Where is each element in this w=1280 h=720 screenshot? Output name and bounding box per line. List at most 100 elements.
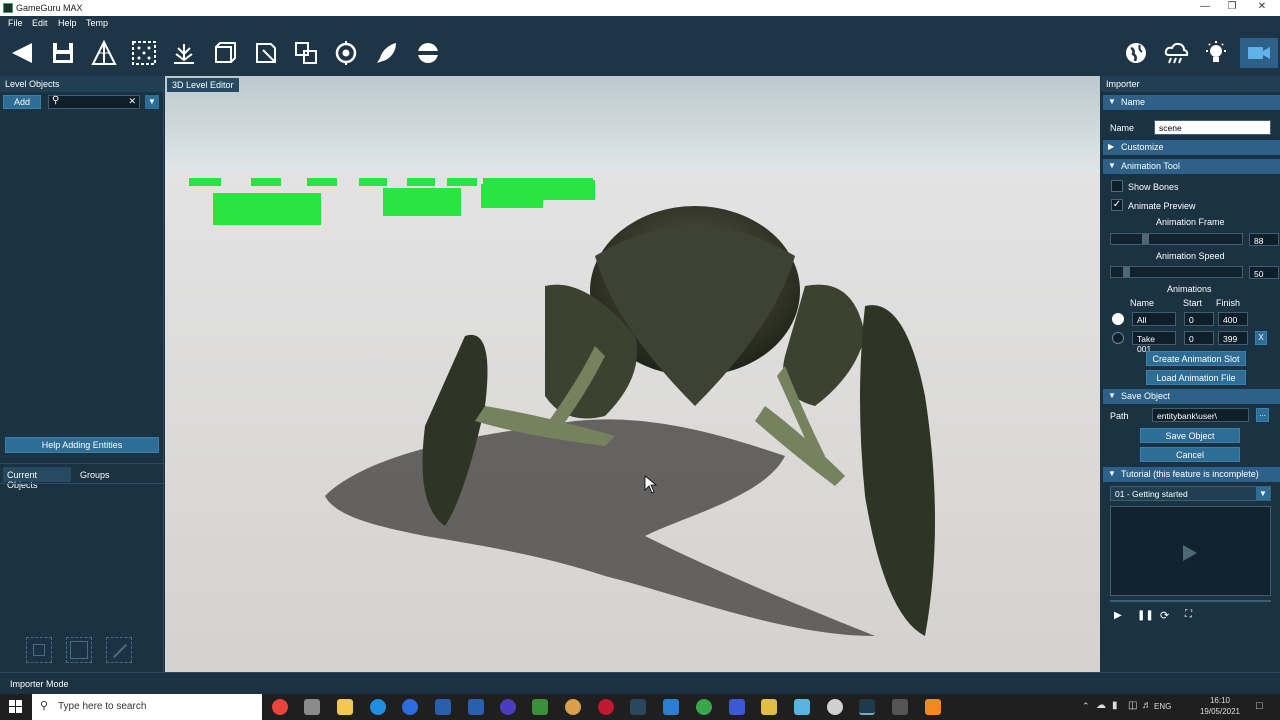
cancel-button[interactable]: Cancel (1140, 447, 1240, 462)
camera-icon[interactable] (1240, 38, 1278, 68)
maps-icon[interactable] (402, 699, 418, 715)
section-tutorial[interactable]: ▼ Tutorial (this feature is incomplete) (1103, 467, 1280, 482)
markers-icon[interactable] (251, 38, 281, 68)
tray-chevron-icon[interactable]: ⌃ (1082, 701, 1090, 712)
save-icon[interactable] (48, 38, 78, 68)
animation-name-field[interactable]: Take 001 (1132, 331, 1176, 354)
fullscreen-icon[interactable]: ⛶ (1185, 609, 1192, 620)
skype-icon[interactable] (370, 699, 386, 715)
animation-finish-field[interactable]: 400 (1218, 312, 1248, 326)
add-button[interactable]: Add (3, 95, 41, 109)
folder-icon[interactable] (761, 699, 777, 715)
app-icon[interactable] (696, 699, 712, 715)
minimize-icon[interactable]: — (1195, 1, 1215, 12)
pause-icon[interactable]: ❚❚ (1137, 610, 1154, 621)
windows-start-icon[interactable] (9, 700, 23, 714)
animation-speed-slider[interactable] (1110, 266, 1243, 278)
app-icon[interactable] (500, 699, 516, 715)
vlc-icon[interactable] (925, 699, 941, 715)
steam-icon[interactable] (630, 699, 646, 715)
file-explorer-icon[interactable] (337, 699, 353, 715)
record-icon[interactable] (598, 699, 614, 715)
search-input[interactable]: ⚲ ✕ (48, 95, 140, 109)
app-icon[interactable] (532, 699, 548, 715)
language-indicator[interactable]: ENG (1154, 702, 1171, 711)
notifications-icon[interactable]: □ (1256, 700, 1263, 712)
tab-3d-level-editor[interactable]: 3D Level Editor (167, 78, 239, 92)
clock-date[interactable]: 19/05/2021 (1198, 707, 1242, 716)
menu-temp[interactable]: Temp (86, 18, 108, 28)
name-input[interactable]: scene (1154, 120, 1271, 135)
app-icon[interactable] (892, 699, 908, 715)
restore-icon[interactable]: ❐ (1222, 1, 1242, 12)
menu-edit[interactable]: Edit (32, 18, 48, 28)
load-animation-file-button[interactable]: Load Animation File (1146, 370, 1246, 385)
cloud-icon[interactable]: ☁ (1096, 700, 1106, 711)
target-icon[interactable] (331, 38, 361, 68)
ungroup-icon[interactable] (66, 637, 92, 663)
replay-icon[interactable]: ⟳ (1160, 609, 1169, 622)
app-icon[interactable] (827, 699, 843, 715)
structure-editor-icon[interactable] (291, 38, 321, 68)
app-icon[interactable] (794, 699, 810, 715)
path-input[interactable]: entitybank\user\ (1152, 408, 1249, 422)
test-game-icon[interactable] (372, 38, 402, 68)
animation-frame-value[interactable]: 88 (1249, 233, 1279, 246)
app-icon[interactable] (729, 699, 745, 715)
app-icon[interactable] (468, 699, 484, 715)
animation-start-field[interactable]: 0 (1184, 331, 1214, 345)
filter-dropdown-icon[interactable]: ▼ (145, 95, 159, 109)
add-object-icon[interactable] (210, 38, 240, 68)
delete-animation-button[interactable]: X (1255, 331, 1267, 345)
lighting-icon[interactable] (1201, 38, 1231, 68)
animate-preview-checkbox[interactable]: ✓ (1111, 199, 1123, 211)
animation-start-field[interactable]: 0 (1184, 312, 1214, 326)
terrain-sculpt-icon[interactable] (89, 38, 119, 68)
chrome-icon[interactable] (272, 699, 288, 715)
group-icon[interactable] (26, 637, 52, 663)
clock-time[interactable]: 16:10 (1200, 696, 1240, 705)
app-icon[interactable] (304, 699, 320, 715)
tutorial-select[interactable]: 01 - Getting started ▼ (1110, 486, 1271, 501)
app-icon[interactable] (435, 699, 451, 715)
menu-help[interactable]: Help (58, 18, 77, 28)
menu-file[interactable]: File (8, 18, 23, 28)
video-play-icon[interactable] (1183, 545, 1197, 561)
battery-icon[interactable]: ▮ (1112, 700, 1118, 711)
animation-speed-value[interactable]: 50 (1249, 266, 1279, 279)
create-animation-slot-button[interactable]: Create Animation Slot (1146, 351, 1246, 366)
help-adding-entities-button[interactable]: Help Adding Entities (5, 437, 159, 453)
app-icon[interactable] (663, 699, 679, 715)
animation-name-field[interactable]: All (1132, 312, 1176, 326)
close-icon[interactable]: ✕ (1252, 1, 1272, 12)
weather-icon[interactable] (1161, 38, 1191, 68)
taskbar-search[interactable]: ⚲ Type here to search (32, 694, 262, 720)
vegetation-icon[interactable] (169, 38, 199, 68)
section-animation-tool[interactable]: ▼ Animation Tool (1103, 159, 1280, 174)
slider-handle[interactable] (1142, 234, 1149, 244)
show-bones-checkbox[interactable] (1111, 180, 1123, 192)
volume-icon[interactable]: ♬ (1142, 700, 1152, 711)
network-icon[interactable]: ◫ (1128, 700, 1137, 711)
animation-finish-field[interactable]: 399 (1218, 331, 1248, 345)
animation-radio-all[interactable] (1112, 313, 1124, 325)
section-save-object[interactable]: ▼ Save Object (1103, 389, 1280, 404)
back-arrow-icon[interactable] (8, 38, 38, 68)
slider-handle[interactable] (1123, 267, 1131, 277)
save-object-button[interactable]: Save Object (1140, 428, 1240, 443)
video-progress-bar[interactable] (1110, 600, 1271, 602)
3d-viewport[interactable]: 3D Level Editor (165, 76, 1100, 672)
animation-radio-take001[interactable] (1112, 332, 1124, 344)
play-icon[interactable]: ▶ (1114, 610, 1122, 621)
environment-icon[interactable] (1121, 38, 1151, 68)
tab-groups[interactable]: Groups (76, 467, 136, 482)
settings-icon[interactable] (413, 38, 443, 68)
tab-current-objects[interactable]: Current Objects (3, 467, 71, 490)
gameguru-taskbar-icon[interactable] (859, 699, 875, 715)
clear-icon[interactable]: ✕ (128, 96, 136, 107)
browse-path-button[interactable]: ... (1256, 408, 1269, 422)
section-name[interactable]: ▼ Name (1103, 95, 1280, 110)
animation-frame-slider[interactable] (1110, 233, 1243, 245)
terrain-paint-icon[interactable] (129, 38, 159, 68)
edit-group-icon[interactable] (106, 637, 132, 663)
